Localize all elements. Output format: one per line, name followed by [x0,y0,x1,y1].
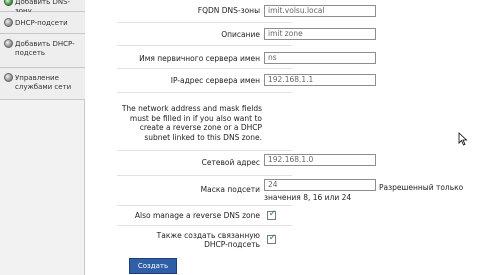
checkmark-icon: ✓ [268,233,277,243]
create-dhcp-label-line2: DHCP-подсеть [204,240,260,249]
mouse-cursor-icon [458,132,468,146]
description-label: Описание [221,30,260,39]
subnet-mask-hint-values: значения 8, 16 или 24 [264,193,352,202]
network-address-label: Сетевой адрес [201,158,260,167]
sidebar-item-label: Управление службами сети [15,74,72,91]
checkmark-icon: ✓ [268,209,277,219]
fqdn-input[interactable]: imit.volsu.local [264,5,376,17]
dns-zone-icon [4,0,13,6]
sidebar: Добавить DNS-зону DHCP-подсети Добавить … [0,0,85,275]
primary-ns-name-input[interactable]: ns [264,52,376,64]
dhcp-subnets-icon [4,18,13,27]
sidebar-item-add-dhcp-subnet[interactable]: Добавить DHCP-подсеть [0,34,85,68]
primary-ns-ip-input[interactable]: 192.168.1.1 [264,74,376,86]
network-services-icon [4,73,13,82]
row-divider [117,205,292,206]
row-divider [117,68,292,69]
fqdn-label: FQDN DNS-зоны [197,6,260,15]
subnet-mask-label: Маска подсети [200,185,260,194]
row-divider [117,175,292,176]
sidebar-item-label: DHCP-подсети [15,19,68,27]
row-divider [117,45,292,46]
primary-ns-name-label: Имя первичного сервера имен [139,54,260,63]
primary-ns-ip-label: IP-адрес сервера имен [170,76,260,85]
reverse-zone-label: Also manage a reverse DNS zone [134,211,260,220]
row-divider [117,150,292,151]
reverse-zone-note: The network address and mask fields must… [121,104,262,142]
reverse-zone-checkbox[interactable]: ✓ [267,209,277,220]
network-address-input[interactable]: 192.168.1.0 [264,154,376,166]
sidebar-item-label: Добавить DHCP-подсеть [15,40,75,57]
description-input[interactable]: imit zone [264,28,376,40]
row-divider [117,225,292,226]
row-divider [117,92,292,93]
subnet-mask-input[interactable]: 24 [264,179,376,191]
subnet-mask-hint: Разрешенный только [379,183,464,192]
create-dhcp-checkbox[interactable]: ✓ [267,233,277,244]
sidebar-item-network-services[interactable]: Управление службами сети [0,68,85,100]
sidebar-item-add-dns-zone[interactable]: Добавить DNS-зону [0,0,85,15]
create-button[interactable]: Создать [129,258,177,274]
add-dhcp-subnet-icon [4,39,13,48]
row-divider [117,22,292,23]
sidebar-item-dhcp-subnets[interactable]: DHCP-подсети [0,12,85,34]
